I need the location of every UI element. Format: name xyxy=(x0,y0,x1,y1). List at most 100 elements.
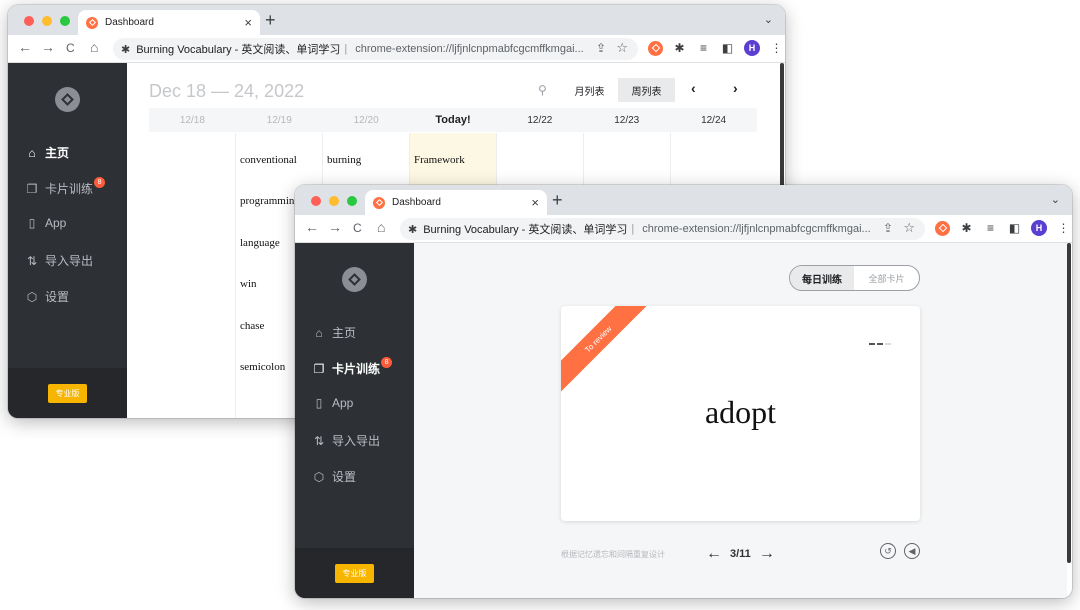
flashcard-word: adopt xyxy=(704,394,777,430)
reload-button[interactable]: C xyxy=(353,221,362,235)
burning-vocabulary-extension-icon[interactable] xyxy=(648,40,663,56)
new-tab-button[interactable]: + xyxy=(265,10,276,31)
maximize-window-button[interactable] xyxy=(60,16,70,26)
browser-tab[interactable]: Dashboard × xyxy=(365,190,547,215)
word-entry[interactable]: conventional xyxy=(240,154,297,166)
scrollbar[interactable] xyxy=(1067,243,1071,563)
settings-icon: ⬡ xyxy=(313,469,325,484)
previous-card-button[interactable]: ← xyxy=(706,545,722,563)
close-window-button[interactable] xyxy=(311,196,321,206)
tab-search-chevron-icon[interactable]: ⌄ xyxy=(1051,193,1060,206)
search-icon[interactable]: ⚲ xyxy=(538,83,547,97)
reload-button[interactable]: C xyxy=(66,41,75,55)
speaker-icon[interactable]: ◀ xyxy=(904,543,920,559)
sidebar-item-home[interactable]: ⌂ 主页 xyxy=(25,144,69,161)
address-bar[interactable]: ✱ Burning Vocabulary - 英文阅读、单词学习 | chrom… xyxy=(113,38,638,60)
browser-menu-icon[interactable]: ⋮ xyxy=(769,41,784,56)
flashcard[interactable]: To review adopt xyxy=(561,306,920,521)
profile-avatar[interactable]: H xyxy=(744,40,760,56)
card-pager: ← 3/11 → xyxy=(706,545,775,563)
burning-vocabulary-favicon-icon xyxy=(373,196,385,209)
app-logo-icon[interactable] xyxy=(342,267,367,292)
word-entry[interactable]: win xyxy=(240,278,257,290)
address-bar[interactable]: ✱ Burning Vocabulary - 英文阅读、单词学习 | chrom… xyxy=(400,218,925,240)
history-icon[interactable]: ↺ xyxy=(880,543,896,559)
word-entry[interactable]: language xyxy=(240,237,280,249)
side-panel-icon[interactable]: ◧ xyxy=(720,41,735,56)
tab-bar: Dashboard × + ⌄ xyxy=(8,5,785,35)
home-button[interactable]: ⌂ xyxy=(377,219,385,235)
sidebar-item-label: 卡片训练 xyxy=(332,362,381,376)
home-icon: ⌂ xyxy=(315,325,323,340)
word-entry[interactable]: chase xyxy=(240,320,264,332)
sidebar-footer: 专业版 xyxy=(8,368,127,418)
pro-version-button[interactable]: 专业版 xyxy=(335,564,374,583)
sidebar-item-app[interactable]: ▯ App xyxy=(25,216,67,230)
profile-avatar[interactable]: H xyxy=(1031,220,1047,236)
import-export-icon: ⇅ xyxy=(313,433,325,448)
back-button[interactable]: ← xyxy=(305,219,319,235)
share-icon[interactable]: ⇪ xyxy=(596,41,606,55)
forward-button[interactable]: → xyxy=(41,39,55,55)
burning-vocabulary-extension-icon[interactable] xyxy=(935,220,950,236)
share-icon[interactable]: ⇪ xyxy=(883,221,893,235)
week-view-button[interactable]: 周列表 xyxy=(618,78,675,102)
close-tab-icon[interactable]: × xyxy=(531,195,539,210)
next-week-button[interactable]: › xyxy=(733,80,738,96)
minimize-window-button[interactable] xyxy=(42,16,52,26)
minimize-window-button[interactable] xyxy=(329,196,339,206)
sidebar-item-import-export[interactable]: ⇅ 导入导出 xyxy=(312,432,380,449)
sidebar-item-home[interactable]: ⌂ 主页 xyxy=(312,324,356,341)
next-card-button[interactable]: → xyxy=(759,545,775,563)
card-training-panel: 每日训练 全部卡片 To review adopt 根据记忆遗忘和间隔重复设计 … xyxy=(414,243,1067,598)
tab-title: Dashboard xyxy=(392,197,441,208)
reading-list-icon[interactable]: ≡ xyxy=(983,221,998,236)
daily-training-tab[interactable]: 每日训练 xyxy=(790,266,854,290)
sidebar-item-cards[interactable]: ❐ 卡片训练 8 xyxy=(312,357,393,377)
new-tab-button[interactable]: + xyxy=(552,190,563,211)
reading-list-icon[interactable]: ≡ xyxy=(696,41,711,56)
word-entry[interactable]: Framework xyxy=(414,154,465,166)
sidebar-item-settings[interactable]: ⬡ 设置 xyxy=(25,288,69,305)
previous-week-button[interactable]: ‹ xyxy=(691,80,696,96)
cards-count-badge: 8 xyxy=(381,357,393,368)
phone-icon: ▯ xyxy=(315,396,323,410)
sidebar-item-cards[interactable]: ❐ 卡片训练 8 xyxy=(25,177,106,197)
extensions-puzzle-icon[interactable]: ✱ xyxy=(959,221,974,236)
extensions-puzzle-icon[interactable]: ✱ xyxy=(672,41,687,56)
tab-search-chevron-icon[interactable]: ⌄ xyxy=(764,13,773,26)
sidebar-item-app[interactable]: ▯ App xyxy=(312,396,354,410)
sidebar-item-label: 导入导出 xyxy=(332,434,381,448)
url-text: chrome-extension://ljfjnlcnpmabfcgcmffkm… xyxy=(642,223,871,235)
day-header: 12/24 xyxy=(701,114,727,126)
close-tab-icon[interactable]: × xyxy=(244,15,252,30)
sidebar-footer: 专业版 xyxy=(295,548,414,598)
sidebar-item-label: 主页 xyxy=(332,326,357,340)
sidebar-item-settings[interactable]: ⬡ 设置 xyxy=(312,468,356,485)
omnibox-separator: | xyxy=(631,223,635,235)
bookmark-star-icon[interactable]: ☆ xyxy=(616,40,628,56)
month-view-button[interactable]: 月列表 xyxy=(561,78,618,102)
browser-menu-icon[interactable]: ⋮ xyxy=(1056,221,1071,236)
forward-button[interactable]: → xyxy=(328,219,342,235)
page-title-in-omnibox: Burning Vocabulary - 英文阅读、单词学习 xyxy=(136,44,341,56)
browser-tab[interactable]: Dashboard × xyxy=(78,10,260,35)
word-entry[interactable]: burning xyxy=(327,154,361,166)
word-entry[interactable]: semicolon xyxy=(240,361,285,373)
card-counter: 3/11 xyxy=(730,548,751,560)
maximize-window-button[interactable] xyxy=(347,196,357,206)
bookmark-star-icon[interactable]: ☆ xyxy=(903,220,915,236)
pro-version-button[interactable]: 专业版 xyxy=(48,384,87,403)
close-window-button[interactable] xyxy=(24,16,34,26)
page-title-in-omnibox: Burning Vocabulary - 英文阅读、单词学习 xyxy=(423,224,628,236)
word-entry[interactable]: programming xyxy=(240,195,300,207)
all-cards-tab[interactable]: 全部卡片 xyxy=(854,266,919,290)
day-header: 12/19 xyxy=(266,114,292,126)
side-panel-icon[interactable]: ◧ xyxy=(1007,221,1022,236)
back-button[interactable]: ← xyxy=(18,39,32,55)
home-button[interactable]: ⌂ xyxy=(90,39,98,55)
app-logo-icon[interactable] xyxy=(55,87,80,112)
sidebar-item-import-export[interactable]: ⇅ 导入导出 xyxy=(25,252,93,269)
cards-count-badge: 8 xyxy=(94,177,106,188)
day-column xyxy=(149,133,236,418)
